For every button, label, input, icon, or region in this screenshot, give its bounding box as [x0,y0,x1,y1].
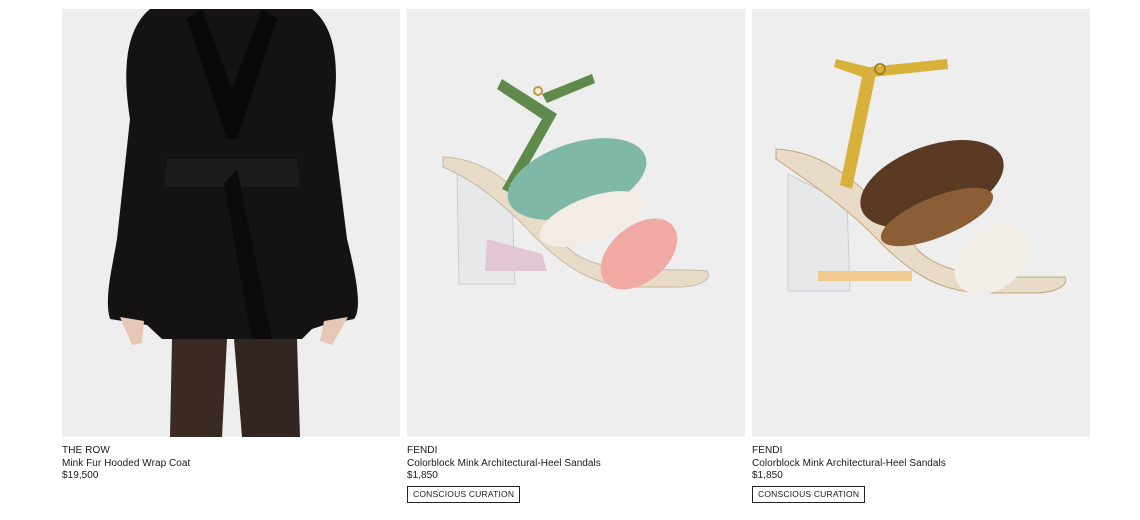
product-name[interactable]: Colorblock Mink Architectural-Heel Sanda… [407,458,745,471]
product-designer[interactable]: THE ROW [62,445,400,458]
product-price: $19,500 [62,470,99,481]
product-info: FENDI Colorblock Mink Architectural-Heel… [407,437,745,503]
conscious-curation-badge: CONSCIOUS CURATION [407,485,521,503]
conscious-curation-badge: CONSCIOUS CURATION [752,485,866,503]
product-card[interactable]: FENDI Colorblock Mink Architectural-Heel… [752,9,1090,503]
product-image[interactable] [752,9,1090,437]
product-price: $1,850 [752,470,783,481]
product-card[interactable]: FENDI Colorblock Mink Architectural-Heel… [407,9,745,503]
product-grid: THE ROW Mink Fur Hooded Wrap Coat $19,50… [62,9,1090,503]
product-designer[interactable]: FENDI [752,445,1090,458]
product-name[interactable]: Mink Fur Hooded Wrap Coat [62,458,400,471]
product-image[interactable] [407,9,745,437]
product-name[interactable]: Colorblock Mink Architectural-Heel Sanda… [752,458,1090,471]
product-designer[interactable]: FENDI [407,445,745,458]
product-card[interactable]: THE ROW Mink Fur Hooded Wrap Coat $19,50… [62,9,400,503]
product-info: FENDI Colorblock Mink Architectural-Heel… [752,437,1090,503]
product-price: $1,850 [407,470,438,481]
product-image[interactable] [62,9,400,437]
product-info: THE ROW Mink Fur Hooded Wrap Coat $19,50… [62,437,400,483]
